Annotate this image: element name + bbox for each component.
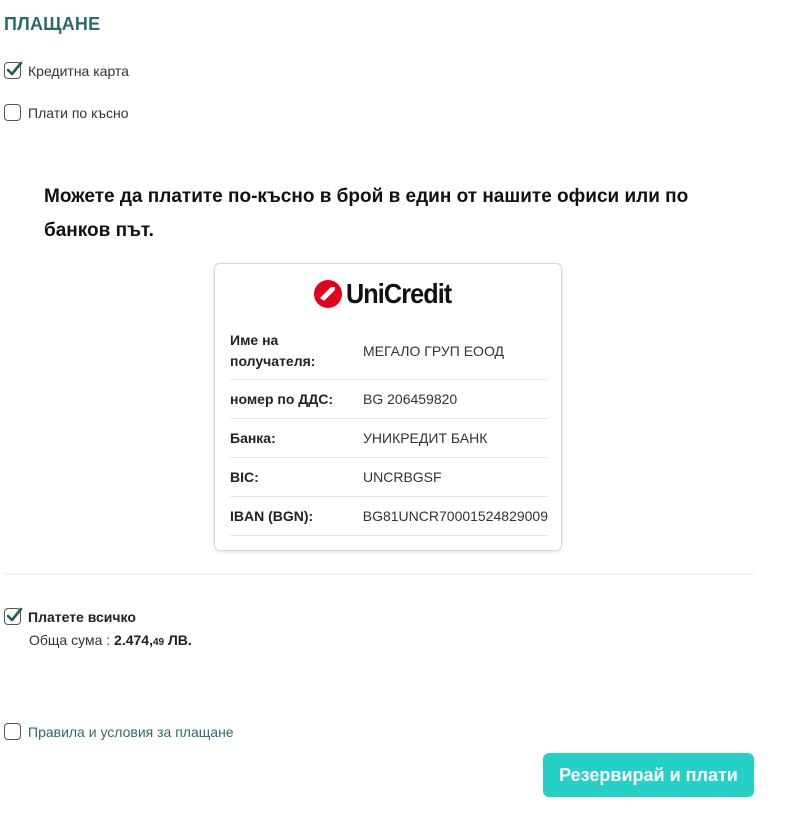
- credit-card-label: Кредитна карта: [28, 62, 129, 79]
- bank-row-bank: Банка: УНИКРЕДИТ БАНК: [230, 419, 548, 458]
- terms-link[interactable]: Правила и условия за плащане: [28, 724, 234, 740]
- pay-later-label: Плати по късно: [28, 104, 129, 121]
- bank-row-iban: IBAN (BGN): BG81UNCR70001524829009: [230, 497, 548, 536]
- bank-row-label: номер по ДДС:: [230, 390, 334, 407]
- bank-row-bic: BIC: UNCRBGSF: [230, 458, 548, 497]
- section-title: ПЛАЩАНЕ: [4, 14, 101, 34]
- payment-option-pay-later[interactable]: Плати по късно: [4, 104, 128, 121]
- bank-row-label: Банка:: [230, 429, 276, 446]
- terms-option[interactable]: Правила и условия за плащане: [4, 723, 234, 740]
- bank-row-value: УНИКРЕДИТ БАНК: [363, 430, 488, 446]
- bank-row-value: BG 206459820: [363, 391, 458, 407]
- total-label: Обща сума :: [29, 632, 111, 648]
- reserve-and-pay-button[interactable]: Резервирай и плати: [543, 753, 754, 797]
- pay-all-checkbox[interactable]: [4, 607, 23, 625]
- pay-all-option[interactable]: Платете всичко: [4, 607, 136, 625]
- bank-row-label: Име на получателя:: [230, 331, 316, 369]
- total-main: 2.474,: [114, 632, 153, 648]
- total-amount: Обща сума : 2.474,49 ЛВ.: [29, 632, 192, 648]
- section-divider: [4, 573, 754, 575]
- pay-later-info: Можете да платите по-късно в брой в един…: [44, 186, 689, 241]
- bank-row-value: BG81UNCR70001524829009: [362, 508, 548, 524]
- unicredit-logo-text: UniCredit: [346, 278, 452, 309]
- checkmark-icon: [6, 607, 23, 622]
- bank-row-label: BIC:: [230, 468, 259, 485]
- total-decimals: 49: [152, 637, 165, 648]
- bank-row-recipient: Име на получателя: МЕГАЛО ГРУП ЕООД: [230, 322, 548, 380]
- unicredit-logo-icon: [314, 280, 342, 308]
- total-currency: ЛВ.: [167, 632, 192, 648]
- unicredit-logo: UniCredit: [313, 278, 463, 310]
- total-value: 2.474,49 ЛВ.: [114, 632, 192, 648]
- payment-option-credit-card[interactable]: Кредитна карта: [4, 61, 129, 79]
- pay-later-checkbox[interactable]: [4, 104, 21, 121]
- checkmark-icon: [6, 61, 23, 76]
- bank-row-vat: номер по ДДС: BG 206459820: [230, 380, 548, 419]
- bank-row-label: IBAN (BGN):: [230, 507, 314, 524]
- bank-row-value: UNCRBGSF: [363, 469, 442, 485]
- credit-card-checkbox[interactable]: [4, 61, 23, 79]
- bank-row-value: МЕГАЛО ГРУП ЕООД: [363, 342, 505, 359]
- pay-all-label: Платете всичко: [28, 608, 136, 625]
- terms-checkbox[interactable]: [4, 723, 21, 740]
- bank-details-list: Име на получателя: МЕГАЛО ГРУП ЕООД номе…: [230, 322, 548, 536]
- bank-details-card: UniCredit Име на получателя: МЕГАЛО ГРУП…: [214, 263, 562, 551]
